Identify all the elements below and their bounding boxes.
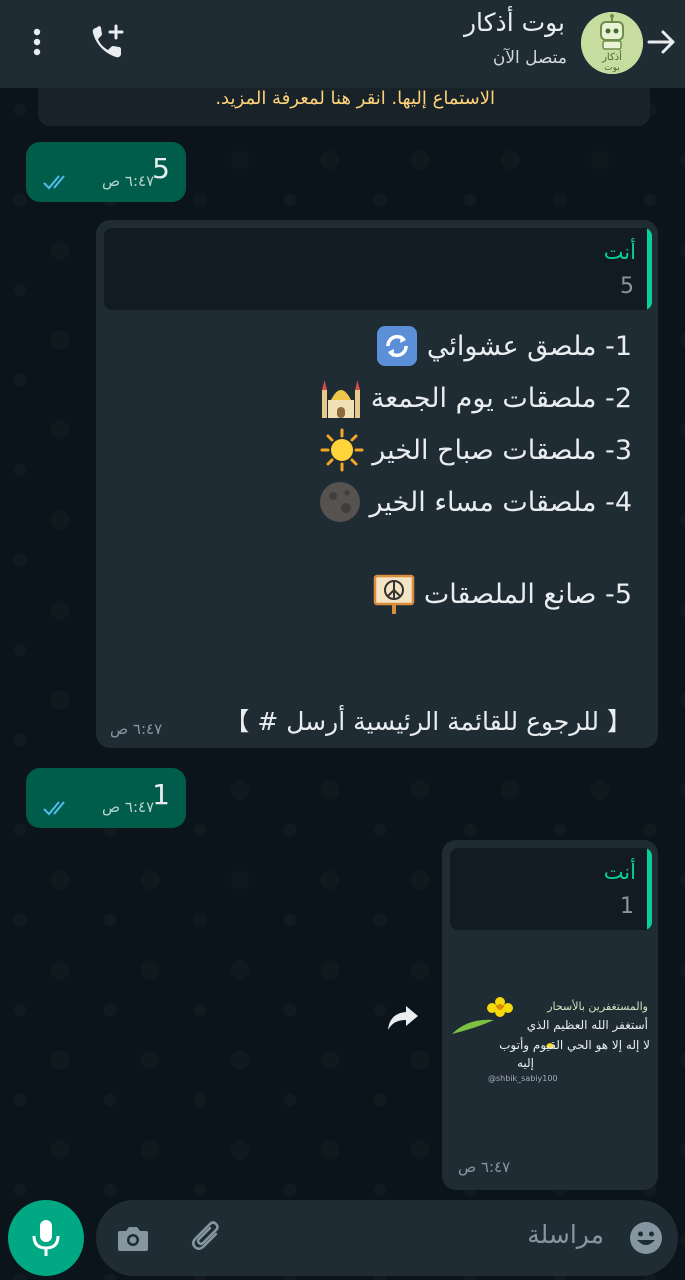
quoted-message[interactable]: أنت 5	[104, 228, 652, 310]
sticker-image[interactable]: والمستغفرين بالأسحار أستغفر الله العظيم …	[450, 990, 654, 1100]
quote-text: 5	[620, 274, 634, 299]
sun-emoji-icon	[320, 428, 364, 472]
message-time: ٦:٤٧ ص	[458, 1158, 511, 1176]
outgoing-message[interactable]: 5 ٦:٤٧ ص	[26, 142, 186, 202]
quote-accent-bar	[647, 848, 652, 930]
sticker-text: إليه	[516, 1056, 534, 1070]
menu-item-text: 1- ملصق عشوائي	[426, 330, 632, 362]
moon-emoji-icon	[319, 482, 360, 522]
quote-text: 1	[620, 894, 634, 919]
mosque-emoji-icon	[321, 380, 360, 418]
message-input[interactable]: مراسلة	[96, 1200, 678, 1276]
sticker-text: أستغفر الله العظيم الذي	[526, 1018, 648, 1032]
quote-accent-bar	[647, 228, 652, 310]
add-call-icon[interactable]	[88, 22, 128, 62]
menu-item: 2- ملصقات يوم الجمعة	[319, 376, 632, 420]
robot-icon: أذكار بوت	[581, 12, 643, 74]
read-receipt-icon	[43, 801, 65, 816]
attach-icon[interactable]	[188, 1218, 226, 1256]
svg-text:أذكار: أذكار	[601, 50, 622, 63]
message-time: ٦:٤٧ ص	[102, 798, 155, 816]
sticker-text: لا إله إلا هو الحي القيوم وأتوب	[499, 1038, 650, 1052]
message-time: ٦:٤٧ ص	[102, 172, 155, 190]
sticker-handle: @shbik_sabiy100	[488, 1074, 558, 1083]
sticker-text: والمستغفرين بالأسحار	[547, 1000, 648, 1013]
incoming-sticker-message[interactable]: أنت 1 والمستغفرين بالأسحار أستغفر الله ا…	[442, 840, 658, 1190]
emoji-icon[interactable]	[628, 1220, 664, 1256]
menu-item-text: 5- صانع الملصقات	[423, 578, 632, 610]
menu-item: 3- ملصقات صباح الخير	[320, 428, 632, 472]
quoted-message[interactable]: أنت 1	[450, 848, 652, 930]
menu-item-text: 3- ملصقات صباح الخير	[372, 434, 632, 466]
chat-header: أذكار بوت بوت أذكار متصل الآن	[0, 0, 685, 88]
camera-icon[interactable]	[116, 1222, 150, 1254]
menu-item: 4- ملصقات مساء الخير	[318, 480, 632, 524]
message-text: 1	[152, 778, 170, 811]
message-text: 5	[152, 152, 170, 185]
microphone-icon	[32, 1220, 60, 1256]
notice-text: الاستماع إليها. انقر هنا لمعرفة المزيد.	[215, 88, 495, 109]
menu-footer: 【 للرجوع للقائمة الرئيسية أرسل # 】	[224, 707, 632, 736]
input-placeholder: مراسلة	[527, 1220, 604, 1249]
back-arrow-icon[interactable]	[643, 24, 679, 60]
contact-name[interactable]: بوت أذكار	[464, 8, 565, 37]
avatar[interactable]: أذكار بوت	[581, 12, 643, 74]
menu-item: 5- صانع الملصقات	[372, 572, 632, 616]
svg-text:بوت: بوت	[604, 63, 620, 73]
menu-item-text: 2- ملصقات يوم الجمعة	[370, 382, 632, 414]
menu-item: 1- ملصق عشوائي	[375, 324, 632, 368]
message-time: ٦:٤٧ ص	[110, 720, 163, 738]
quote-sender: أنت	[603, 860, 636, 884]
contact-status: متصل الآن	[492, 48, 567, 68]
refresh-emoji-icon	[376, 326, 417, 366]
forward-icon[interactable]	[386, 1000, 420, 1034]
incoming-message[interactable]: أنت 5 1- ملصق عشوائي 2- ملصقات يوم الجمع…	[96, 220, 658, 748]
quote-sender: أنت	[603, 240, 636, 264]
more-options-icon[interactable]	[22, 24, 52, 60]
outgoing-message[interactable]: 1 ٦:٤٧ ص	[26, 768, 186, 828]
menu-item-text: 4- ملصقات مساء الخير	[369, 486, 632, 518]
peace-sign-emoji-icon	[373, 574, 415, 614]
read-receipt-icon	[43, 175, 65, 190]
mic-button[interactable]	[8, 1200, 84, 1276]
